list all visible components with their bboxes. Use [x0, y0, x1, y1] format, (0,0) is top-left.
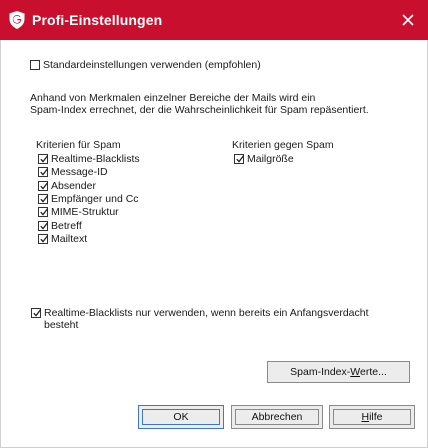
window-title: Profi-Einstellungen	[32, 12, 163, 28]
ok-button[interactable]: OK	[138, 405, 224, 429]
criteria-for-spam-title: Kriterien für Spam	[36, 139, 121, 151]
checkbox-box[interactable]	[38, 233, 49, 244]
help-button[interactable]: Hilfe	[329, 405, 415, 429]
spam-criterion-checkbox[interactable]: Realtime-Blacklists	[38, 153, 140, 165]
checkbox-box[interactable]	[31, 308, 42, 318]
anti-spam-criterion-label: Mailgröße	[247, 153, 294, 165]
description-line-1: Anhand von Merkmalen einzelner Bereiche …	[30, 92, 316, 104]
checkbox-box[interactable]	[38, 154, 49, 164]
spam-criterion-label: Betreff	[51, 219, 82, 232]
checkbox-box[interactable]	[38, 167, 49, 178]
blacklist-option-checkbox[interactable]: Realtime-Blacklists nur verwenden, wenn …	[31, 307, 369, 331]
criteria-against-spam-title: Kriterien gegen Spam	[232, 139, 334, 151]
checkbox-box[interactable]	[234, 154, 245, 164]
checkbox-box[interactable]	[38, 193, 49, 204]
checkbox-box[interactable]	[38, 220, 49, 231]
description-text: Anhand von Merkmalen einzelner Bereiche …	[30, 92, 410, 116]
checkbox-box[interactable]	[38, 207, 49, 218]
spam-criterion-label: Absender	[51, 179, 96, 192]
close-icon[interactable]	[398, 10, 418, 30]
spam-criterion-checkbox[interactable]: Empfänger und Cc	[38, 193, 139, 205]
spam-criterion-checkbox[interactable]: Absender	[38, 180, 96, 192]
spam-criterion-label: MIME-Struktur	[51, 206, 119, 219]
spam-index-values-button[interactable]: Spam-Index-Werte...	[267, 361, 410, 383]
help-label: Hilfe	[361, 411, 383, 423]
cancel-label: Abbrechen	[251, 411, 303, 423]
cancel-button[interactable]: Abbrechen	[231, 405, 323, 429]
spam-criterion-checkbox[interactable]: MIME-Struktur	[38, 206, 119, 218]
spam-criterion-checkbox[interactable]: Mailtext	[38, 233, 87, 245]
checkbox-box[interactable]	[30, 60, 40, 70]
blacklist-option-label: Realtime-Blacklists nur verwenden, wenn …	[44, 307, 369, 331]
description-line-2: Spam-Index errechnet, der die Wahrschein…	[30, 104, 369, 116]
ok-label: OK	[173, 411, 189, 423]
anti-spam-criterion-checkbox[interactable]: Mailgröße	[234, 153, 294, 165]
spam-criterion-label: Realtime-Blacklists	[51, 153, 140, 165]
spam-criterion-label: Mailtext	[51, 232, 88, 245]
spam-index-values-label: Spam-Index-Werte...	[290, 366, 387, 378]
checkbox-box[interactable]	[38, 180, 49, 191]
title-bar: Profi-Einstellungen	[0, 0, 428, 40]
spam-criterion-checkbox[interactable]: Message-ID	[38, 166, 108, 178]
spam-criterion-label: Empfänger und Cc	[51, 192, 139, 205]
shield-logo-icon	[9, 11, 25, 29]
default-settings-label: Standardeinstellungen verwenden (empfohl…	[43, 59, 261, 71]
spam-criterion-label: Message-ID	[51, 166, 108, 179]
default-settings-checkbox[interactable]: Standardeinstellungen verwenden (empfohl…	[30, 59, 261, 71]
blacklist-option-line-1: Realtime-Blacklists nur verwenden, wenn …	[44, 307, 369, 319]
blacklist-option-line-2: besteht	[44, 319, 79, 331]
spam-criterion-checkbox[interactable]: Betreff	[38, 220, 82, 232]
